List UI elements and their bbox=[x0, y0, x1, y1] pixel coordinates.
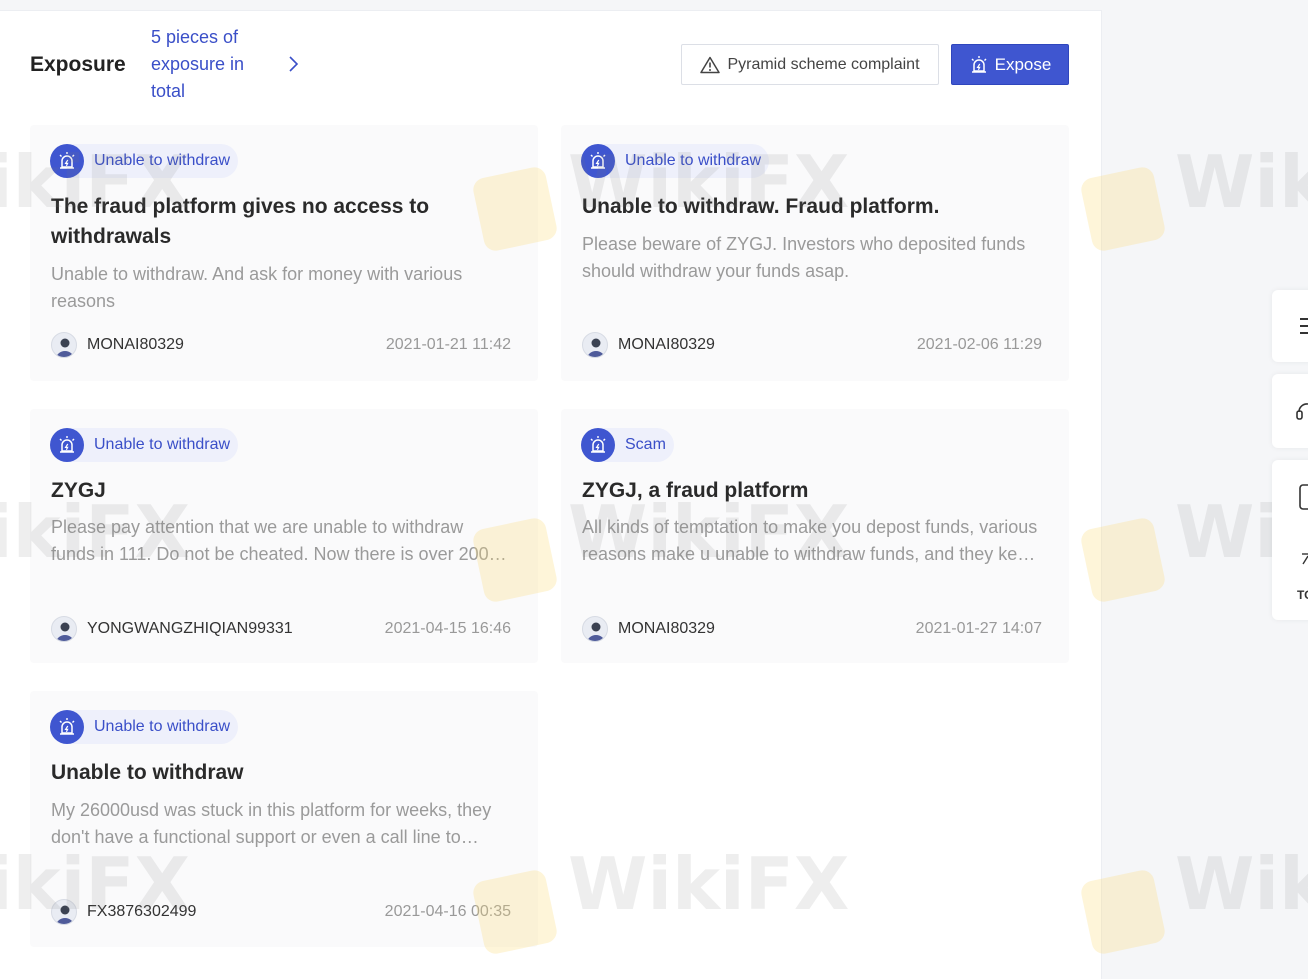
card-description: Unable to withdraw. And ask for money wi… bbox=[51, 264, 463, 311]
exposure-card[interactable]: Unable to withdraw The fraud platform gi… bbox=[30, 125, 538, 381]
author-name: FX3876302499 bbox=[87, 903, 197, 920]
author-name: YONGWANGZHIQIAN99331 bbox=[87, 620, 293, 637]
card-title: ZYGJ bbox=[51, 479, 106, 502]
post-date: 2021-01-21 11:42 bbox=[385, 336, 511, 353]
avatar bbox=[582, 616, 608, 642]
author-name: MONAI80329 bbox=[618, 620, 715, 637]
back-to-top-label[interactable]: TO bbox=[1297, 588, 1308, 602]
post-date: 2021-02-06 11:29 bbox=[916, 336, 1042, 353]
warning-icon bbox=[700, 56, 721, 73]
alarm-icon bbox=[581, 428, 615, 462]
pyramid-scheme-complaint-button[interactable]: Pyramid scheme complaint bbox=[681, 44, 939, 85]
post-date: 2021-04-16 00:35 bbox=[384, 903, 511, 920]
category-tag: Unable to withdraw bbox=[581, 144, 770, 178]
tag-label: Unable to withdraw bbox=[94, 436, 231, 453]
avatar bbox=[51, 616, 77, 642]
avatar bbox=[51, 332, 77, 358]
tag-label: Unable to withdraw bbox=[94, 152, 231, 169]
exposure-card[interactable]: Scam ZYGJ, a fraud platform All kinds of… bbox=[561, 409, 1069, 663]
watermark-text: WikiFX bbox=[1175, 842, 1308, 926]
menu-icon bbox=[1300, 318, 1308, 334]
card-description: Please pay attention that we are unable … bbox=[51, 517, 509, 564]
card-description: Please beware of ZYGJ. Investors who dep… bbox=[582, 234, 1026, 281]
alarm-icon bbox=[50, 710, 84, 744]
post-date: 2021-01-27 14:07 bbox=[915, 620, 1042, 637]
card-description: All kinds of temptation to make you depo… bbox=[582, 517, 1038, 564]
expose-button[interactable]: Expose bbox=[951, 44, 1069, 85]
card-description: My 26000usd was stuck in this platform f… bbox=[51, 800, 492, 847]
complaint-button-label: Pyramid scheme complaint bbox=[727, 55, 920, 73]
alarm-icon bbox=[50, 428, 84, 462]
category-tag: Unable to withdraw bbox=[50, 144, 239, 178]
arrow-up-icon bbox=[1302, 553, 1308, 565]
category-tag: Unable to withdraw bbox=[50, 710, 239, 744]
watermark-text: WikiFX bbox=[1175, 490, 1272, 574]
author-name: MONAI80329 bbox=[618, 336, 715, 353]
page-title: Exposure bbox=[30, 53, 126, 76]
phone-icon bbox=[1299, 484, 1308, 510]
side-tool-group[interactable]: TO bbox=[1272, 460, 1308, 620]
alarm-icon bbox=[971, 55, 987, 73]
exposure-card[interactable]: Unable to withdraw Unable to withdraw. F… bbox=[561, 125, 1069, 381]
post-date: 2021-04-15 16:46 bbox=[384, 620, 511, 637]
card-title: Unable to withdraw. Fraud platform. bbox=[582, 195, 940, 218]
watermark-text: WikiFX bbox=[1175, 140, 1308, 224]
tag-label: Unable to withdraw bbox=[625, 152, 762, 169]
tag-label: Unable to withdraw bbox=[94, 718, 231, 735]
author-name: MONAI80329 bbox=[87, 336, 184, 353]
alarm-icon bbox=[581, 144, 615, 178]
headset-icon bbox=[1296, 403, 1308, 420]
card-title: ZYGJ, a fraud platform bbox=[582, 479, 809, 502]
tag-label: Scam bbox=[625, 436, 666, 453]
card-title: Unable to withdraw bbox=[51, 761, 244, 784]
card-title: The fraud platform gives no access to wi… bbox=[51, 195, 430, 248]
avatar bbox=[582, 332, 608, 358]
expose-button-label: Expose bbox=[994, 54, 1052, 74]
exposure-count-link[interactable]: 5 pieces of exposure in total bbox=[151, 24, 269, 105]
exposure-card[interactable]: Unable to withdraw Unable to withdraw My… bbox=[30, 691, 538, 947]
side-tool-menu[interactable] bbox=[1272, 290, 1308, 362]
side-tool-support[interactable] bbox=[1272, 374, 1308, 448]
exposure-card[interactable]: Unable to withdraw ZYGJ Please pay atten… bbox=[30, 409, 538, 663]
avatar bbox=[51, 899, 77, 925]
chevron-right-icon[interactable] bbox=[284, 52, 304, 76]
category-tag: Scam bbox=[581, 428, 674, 462]
alarm-icon bbox=[50, 144, 84, 178]
category-tag: Unable to withdraw bbox=[50, 428, 239, 462]
